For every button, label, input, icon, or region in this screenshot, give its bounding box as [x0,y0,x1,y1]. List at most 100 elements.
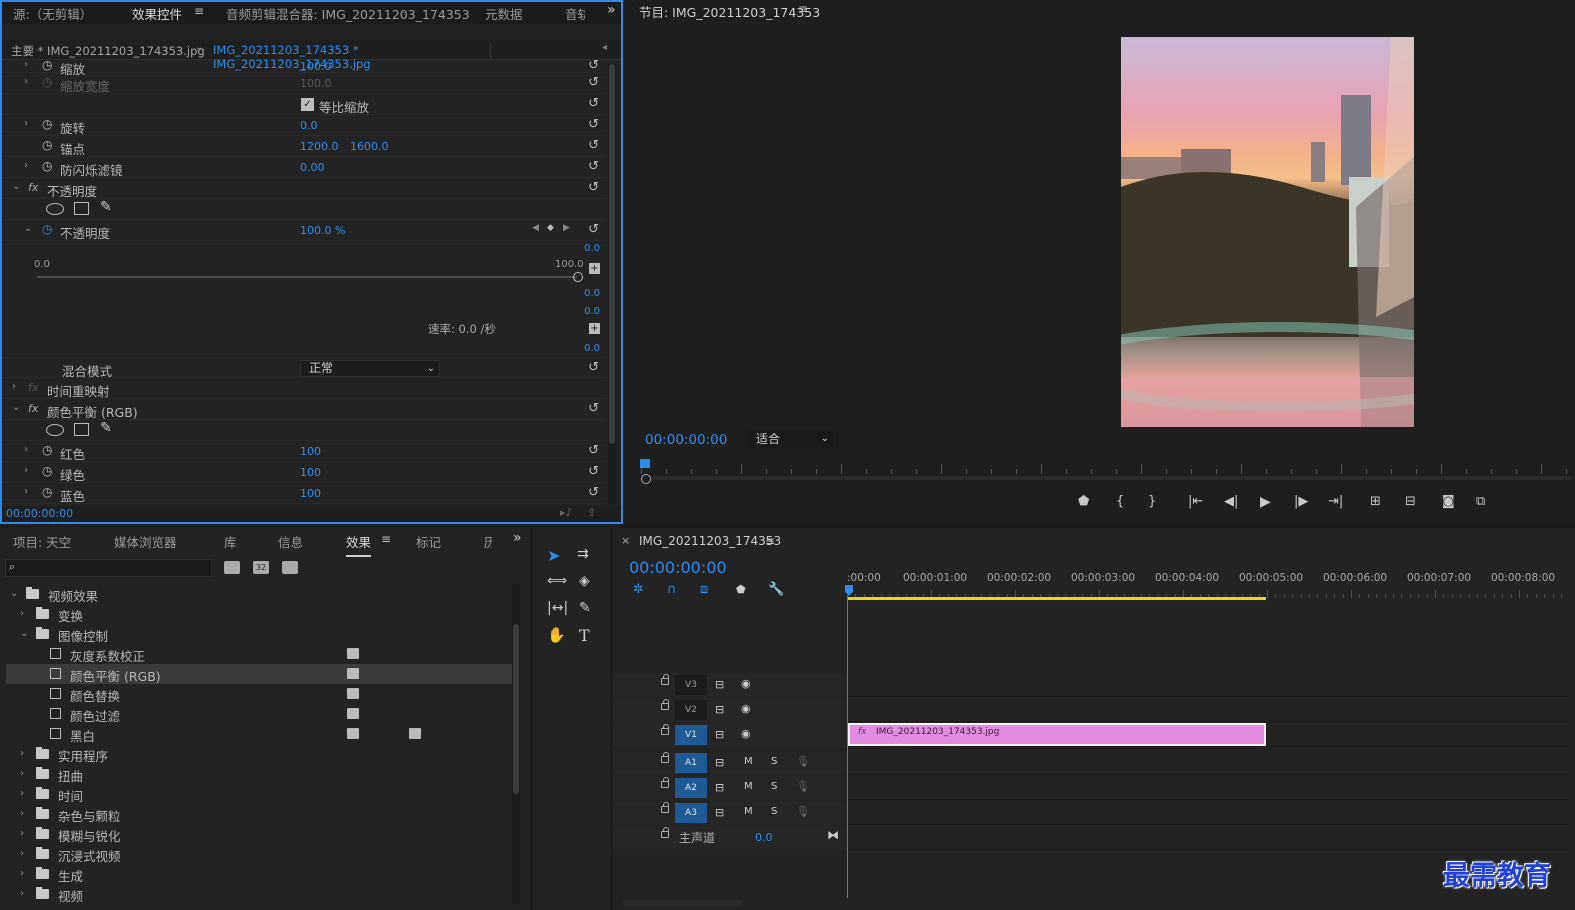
tree-item-black-white[interactable]: 黑白 [6,724,512,744]
tree-item-gamma[interactable]: 灰度系数校正 [6,644,512,664]
sync-lock-icon[interactable]: ⊟ [715,781,724,794]
track-target-v1[interactable]: V1 [675,725,707,745]
chevron-right-icon[interactable]: › [24,60,28,70]
video-frame[interactable] [1121,37,1414,427]
tab-media-browser[interactable]: 媒体浏览器 [114,532,177,551]
tree-item-time[interactable]: › 时间 [6,784,512,804]
tab-audio-mixer[interactable]: 音频剪辑混合器: IMG_20211203_174353 [226,4,470,23]
rectangle-mask-icon[interactable] [74,423,89,436]
zoom-scrollbar[interactable] [641,476,1571,480]
tree-item-noise[interactable]: › 杂色与颗粒 [6,804,512,824]
track-target-v2[interactable]: V2 [675,700,707,720]
prev-keyframe-icon[interactable]: ◀ [532,223,539,233]
go-to-in-icon[interactable]: |⇤ [1188,494,1203,509]
track-target-a3[interactable]: A3 [675,803,707,823]
zoom-handle[interactable] [641,474,651,484]
tree-item-transform[interactable]: › 变换 [6,604,512,624]
tree-item-color-pass[interactable]: 颜色过滤 [6,704,512,724]
antiflicker-value[interactable]: 0.00 [300,161,325,174]
ripple-edit-tool-icon[interactable]: ⟺ [547,573,567,589]
comparison-view-icon[interactable]: ⧉ [1476,494,1485,509]
pen-mask-icon[interactable]: ✎ [100,199,112,215]
solo-button[interactable]: S [771,756,777,767]
tab-markers[interactable]: 标记 [416,532,441,551]
ellipse-mask-icon[interactable] [46,424,64,436]
export-icon[interactable]: ⇪ [587,506,596,519]
expand-graph-icon[interactable]: + [589,263,600,274]
more-tabs-icon[interactable]: » [607,2,616,18]
eye-icon[interactable]: ◉ [741,702,751,715]
step-forward-icon[interactable]: |▶ [1294,494,1308,509]
tab-effect-controls[interactable]: 效果控件 [132,4,182,23]
program-ruler[interactable] [641,462,1571,474]
chevron-right-icon[interactable]: › [24,76,28,87]
chevron-right-icon[interactable]: › [20,748,24,759]
track-target-a2[interactable]: A2 [675,778,707,798]
scrollbar-thumb[interactable] [609,64,615,444]
blend-mode-select[interactable]: 正常 ⌄ [300,360,440,377]
stopwatch-icon[interactable]: ◷ [42,464,52,478]
tree-item-blur[interactable]: › 模糊与锐化 [6,824,512,844]
more-tabs-icon[interactable]: » [513,530,522,546]
tree-item-utility[interactable]: › 实用程序 [6,744,512,764]
type-tool-icon[interactable]: T [579,626,590,645]
scrollbar[interactable] [608,64,616,504]
lock-icon[interactable] [661,752,669,763]
lift-icon[interactable]: ⊞ [1370,494,1381,509]
chevron-right-icon[interactable]: › [20,808,24,819]
tree-item-color-replace[interactable]: 颜色替换 [6,684,512,704]
hand-tool-icon[interactable]: ✋ [547,626,566,644]
opacity-slider-track[interactable] [37,276,577,278]
reset-icon[interactable]: ↺ [588,485,599,500]
uniform-scale-checkbox[interactable]: ✓ [301,98,314,111]
green-value[interactable]: 100 [300,466,321,479]
sync-lock-icon[interactable]: ⊟ [715,756,724,769]
sequence-tab[interactable]: IMG_20211203_174353 [639,534,781,548]
reset-icon[interactable]: ↺ [588,159,599,174]
tab-audio-track[interactable]: 音轨 [565,4,585,23]
go-to-end-icon[interactable]: ⧓ [827,828,839,842]
track-select-tool-icon[interactable]: ⇉ [577,546,589,562]
yuv-effects-icon[interactable] [282,561,298,574]
work-area-bar[interactable] [848,597,1266,600]
lock-icon[interactable] [661,827,669,838]
step-back-icon[interactable]: ◀| [1224,494,1238,509]
ellipse-mask-icon[interactable] [46,203,64,215]
filter-icon[interactable]: ▸♪ [560,506,573,519]
go-to-out-icon[interactable]: ⇥| [1328,494,1343,509]
panel-menu-icon[interactable]: ≡ [798,2,808,16]
fit-select[interactable]: 适合 ⌄ [747,431,833,448]
tab-project[interactable]: 项目: 天空 [13,532,71,551]
chevron-right-icon[interactable]: › [20,848,24,859]
extract-icon[interactable]: ⊟ [1405,494,1416,509]
linked-selection-icon[interactable]: ⧈ [700,582,708,597]
nest-icon[interactable]: ✲ [633,582,644,597]
mark-out-icon[interactable]: } [1148,494,1156,509]
tab-history[interactable]: 历 [484,532,492,551]
chevron-right-icon[interactable]: › [20,608,24,619]
add-marker-icon[interactable]: ⬟ [1078,494,1089,509]
tab-menu-icon[interactable]: ≡ [194,4,204,18]
stopwatch-icon[interactable]: ◷ [42,443,52,457]
tab-source[interactable]: 源:（无剪辑） [13,4,92,23]
timeline-zoom-scrollbar[interactable] [623,900,743,906]
next-keyframe-icon[interactable]: ▶ [563,223,570,233]
chevron-right-icon[interactable]: › [24,160,28,171]
chevron-right-icon[interactable]: › [24,486,28,497]
microphone-icon[interactable]: 🎙 [796,805,810,818]
chevron-right-icon[interactable]: › [20,828,24,839]
timeline-ruler[interactable]: :00:00 00:00:01:00 00:00:02:00 00:00:03:… [847,562,1567,598]
tab-menu-icon[interactable]: ≡ [381,532,391,546]
solo-button[interactable]: S [771,806,777,817]
chevron-down-icon[interactable]: ⌄ [195,42,203,53]
microphone-icon[interactable]: 🎙 [796,780,810,793]
search-field[interactable] [22,560,208,576]
stopwatch-icon[interactable]: ◷ [42,222,52,236]
chevron-down-icon[interactable]: ⌄ [12,402,20,413]
tree-item-color-balance[interactable]: 颜色平衡 (RGB) [6,664,512,684]
timeline-timecode[interactable]: 00:00:00:00 [629,558,727,577]
stopwatch-icon[interactable]: ◷ [42,117,52,131]
tree-item-generate[interactable]: › 生成 [6,864,512,884]
expand-velocity-icon[interactable]: + [589,323,600,334]
reset-icon[interactable]: ↺ [588,401,599,416]
